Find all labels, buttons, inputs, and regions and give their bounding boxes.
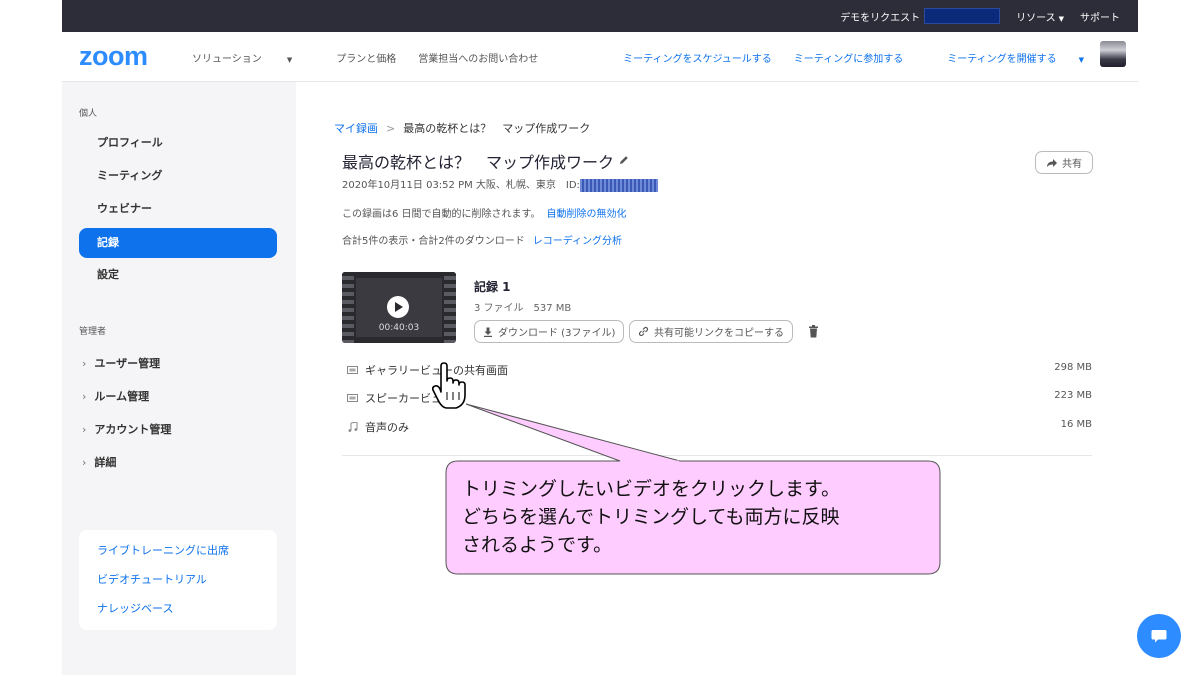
callout-text: トリミングしたいビデオをクリックします。 どちらを選んでトリミングしても両方に反…	[462, 475, 932, 559]
copy-share-link-button[interactable]: 共有可能リンクをコピーする	[629, 320, 793, 343]
live-training-link[interactable]: ライブトレーニングに出席	[97, 536, 277, 565]
meeting-id-redacted	[579, 178, 658, 192]
download-label: ダウンロード (3ファイル)	[498, 328, 616, 339]
chevron-down-icon: ▼	[1078, 56, 1084, 64]
video-duration: 00:40:03	[378, 323, 420, 333]
share-button[interactable]: 共有	[1035, 151, 1093, 174]
sidebar-item-recordings[interactable]: 記録	[79, 228, 277, 258]
download-button[interactable]: ダウンロード (3ファイル)	[474, 320, 625, 343]
recording-title: 最高の乾杯とは？ マップ作成ワーク	[342, 153, 615, 172]
phone-number-box	[924, 8, 1001, 24]
host-meeting-menu[interactable]: ミーティングを開催する ▼	[925, 50, 1084, 65]
recording-stats: 合計5件の表示・合計2件のダウンロード レコーディング分析	[342, 232, 622, 247]
file-row-audio-only[interactable]: 音声のみ 16 MB	[347, 419, 1092, 439]
file-size: 223 MB	[1054, 390, 1092, 401]
video-icon	[347, 394, 358, 402]
main-nav: zoom ソリューション ▼ プランと価格 営業担当へのお問い合わせ ミーティング…	[62, 32, 1138, 82]
chevron-right-icon: ›	[82, 456, 87, 469]
copy-link-label: 共有可能リンクをコピーする	[654, 328, 784, 339]
solutions-menu[interactable]: ソリューション ▼	[192, 50, 314, 65]
top-utility-bar: デモをリクエスト リソース ▼ サポート	[62, 0, 1138, 32]
video-thumbnail[interactable]: 00:40:03	[342, 272, 456, 343]
contact-sales-link[interactable]: 営業担当へのお問い合わせ	[418, 50, 538, 65]
avatar[interactable]	[1100, 41, 1126, 67]
callout-line: トリミングしたいビデオをクリックします。	[462, 478, 841, 500]
chevron-right-icon: ›	[82, 423, 87, 436]
request-demo-link[interactable]: デモをリクエスト	[840, 9, 920, 24]
trash-icon[interactable]	[808, 325, 819, 338]
solutions-label: ソリューション	[192, 54, 262, 65]
callout-line: されるようです。	[462, 534, 613, 556]
zoom-web-portal: デモをリクエスト リソース ▼ サポート zoom ソリューション ▼ プランと価格…	[62, 0, 1181, 675]
sidebar-item-label: ルーム管理	[94, 390, 150, 403]
resources-label: リソース	[1016, 12, 1056, 24]
sidebar-item-settings[interactable]: 設定	[79, 260, 277, 290]
breadcrumb-current: 最高の乾杯とは？ マップ作成ワーク	[403, 122, 591, 135]
music-note-icon	[348, 422, 358, 432]
breadcrumb-separator: >	[386, 122, 396, 135]
chevron-down-icon: ▼	[1058, 14, 1064, 23]
sidebar: 個人 プロフィール ミーティング ウェビナー 記録 設定 管理者 › ユーザー管理…	[62, 82, 296, 675]
video-icon	[347, 366, 358, 374]
link-icon	[638, 326, 649, 337]
sidebar-item-webinars[interactable]: ウェビナー	[79, 194, 277, 224]
chat-bubble-icon	[1151, 630, 1167, 643]
support-link[interactable]: サポート	[1080, 9, 1120, 24]
play-icon[interactable]	[387, 296, 409, 318]
chevron-right-icon: ›	[82, 357, 87, 370]
zoom-logo[interactable]: zoom	[79, 41, 148, 72]
help-card: ライブトレーニングに出席 ビデオチュートリアル ナレッジベース	[79, 530, 277, 630]
sidebar-item-account-management[interactable]: › アカウント管理	[82, 421, 171, 437]
plans-link[interactable]: プランと価格	[336, 50, 396, 65]
divider	[342, 455, 1092, 456]
knowledge-base-link[interactable]: ナレッジベース	[97, 594, 277, 623]
auto-delete-text: この録画は6 日間で自動的に削除されます。	[342, 209, 541, 220]
sidebar-item-profile[interactable]: プロフィール	[79, 128, 277, 158]
disable-auto-delete-link[interactable]: 自動削除の無効化	[547, 209, 627, 220]
admin-section-title: 管理者	[79, 327, 107, 337]
resources-menu[interactable]: リソース ▼	[1016, 9, 1064, 24]
join-meeting-link[interactable]: ミーティングに参加する	[794, 50, 903, 65]
sidebar-item-room-management[interactable]: › ルーム管理	[82, 388, 149, 404]
sidebar-item-label: ユーザー管理	[94, 357, 161, 370]
download-icon	[484, 327, 492, 337]
breadcrumb: マイ録画 > 最高の乾杯とは？ マップ作成ワーク	[334, 120, 590, 136]
callout-line: どちらを選んでトリミングしても両方に反映	[462, 506, 840, 528]
sidebar-item-advanced[interactable]: › 詳細	[82, 454, 116, 470]
hand-pointer-icon	[432, 362, 466, 409]
auto-delete-notice: この録画は6 日間で自動的に削除されます。 自動削除の無効化	[342, 205, 627, 220]
recording-item-title: 記録 1	[474, 280, 511, 294]
sidebar-item-label: アカウント管理	[94, 423, 172, 436]
pencil-icon[interactable]	[618, 154, 630, 166]
sidebar-item-label: 詳細	[94, 456, 117, 469]
video-tutorials-link[interactable]: ビデオチュートリアル	[97, 565, 277, 594]
host-meeting-label: ミーティングを開催する	[947, 54, 1057, 65]
file-size: 298 MB	[1054, 362, 1092, 373]
file-size: 16 MB	[1060, 419, 1092, 430]
chevron-down-icon: ▼	[286, 56, 293, 64]
share-arrow-icon	[1047, 158, 1057, 167]
file-name: 音声のみ	[365, 421, 409, 434]
chat-button[interactable]	[1137, 614, 1181, 658]
personal-section-title: 個人	[79, 109, 98, 119]
share-label: 共有	[1062, 159, 1082, 170]
breadcrumb-my-recordings[interactable]: マイ録画	[334, 122, 378, 135]
recording-item-info: 3 ファイル 537 MB	[474, 303, 572, 314]
recording-meta-text: 2020年10月11日 03:52 PM 大阪、札幌、東京 ID:	[342, 180, 580, 191]
sidebar-item-user-management[interactable]: › ユーザー管理	[82, 355, 160, 371]
recording-analytics-link[interactable]: レコーディング分析	[533, 236, 622, 247]
sidebar-item-meetings[interactable]: ミーティング	[79, 161, 277, 191]
recording-meta: 2020年10月11日 03:52 PM 大阪、札幌、東京 ID:	[342, 176, 658, 192]
schedule-meeting-link[interactable]: ミーティングをスケジュールする	[623, 50, 772, 65]
chevron-right-icon: ›	[82, 390, 87, 403]
stats-text: 合計5件の表示・合計2件のダウンロード	[342, 236, 525, 247]
